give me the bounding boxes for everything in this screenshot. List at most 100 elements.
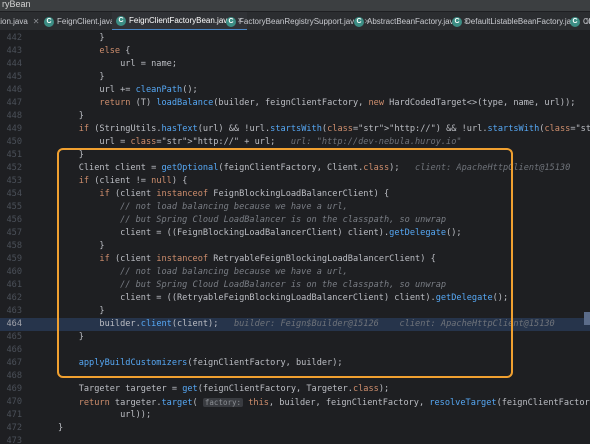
java-class-icon: C [570,16,580,27]
code-line[interactable]: 457 client = ((FeignBlockingLoadBalancer… [0,227,590,240]
code-text: } [58,72,105,82]
line-number: 467 [6,358,22,368]
code-line[interactable]: 444 url = name; [0,58,590,71]
code-line[interactable]: 455 // not load balancing because we hav… [0,201,590,214]
code-text: } [58,111,84,121]
line-number: 473 [6,436,22,444]
code-line[interactable]: 471 url)); [0,409,590,422]
line-number: 444 [6,59,22,69]
code-line[interactable]: 459 if (client instanceof RetryableFeign… [0,253,590,266]
title-bar: ryBean [0,0,590,12]
code-line[interactable]: 466 [0,344,590,357]
line-number: 466 [6,345,22,355]
code-line[interactable]: 469 Targeter targeter = get(feignClientF… [0,383,590,396]
code-line[interactable]: 462 client = ((RetryableFeignBlockingLoa… [0,292,590,305]
tab-label: FeignClientFactoryBean.java [129,16,232,25]
line-number: 464 [6,319,22,329]
code-line[interactable]: 442 } [0,32,590,45]
code-line[interactable]: 447 return (T) loadBalance(builder, feig… [0,97,590,110]
code-line[interactable]: 467 applyBuildCustomizers(feignClientFac… [0,357,590,370]
line-number: 442 [6,33,22,43]
tab-label: FeignClient.java [57,17,115,26]
line-number: 446 [6,85,22,95]
line-number: 450 [6,137,22,147]
editor-tab-bar: tion.java ✕ C FeignClient.java ✕ C Feign… [0,12,590,31]
line-number: 455 [6,202,22,212]
line-number: 453 [6,176,22,186]
code-text: Targeter targeter = get(feignClientFacto… [58,384,390,394]
code-text: } [58,241,105,251]
code-line[interactable]: 456 // but Spring Cloud LoadBalancer is … [0,214,590,227]
code-line[interactable]: 472} [0,422,590,435]
line-number: 472 [6,423,22,433]
code-text: Client client = getOptional(feignClientF… [58,163,571,173]
code-text: url)); [58,410,152,420]
code-line[interactable]: 451 } [0,149,590,162]
code-line[interactable]: 449 if (StringUtils.hasText(url) && !url… [0,123,590,136]
code-text: return (T) loadBalance(builder, feignCli… [99,98,576,108]
code-text: } [58,306,105,316]
code-line[interactable]: 473 [0,435,590,444]
code-text: // not load balancing because we have a … [58,267,348,277]
code-line[interactable]: 445 } [0,71,590,84]
line-number: 445 [6,72,22,82]
tab-label: tion.java [0,17,28,26]
code-line[interactable]: 464 builder.client(client); builder: Fei… [0,318,590,331]
java-class-icon: C [354,16,364,27]
line-number: 469 [6,384,22,394]
line-number: 465 [6,332,22,342]
line-number: 454 [6,189,22,199]
code-line[interactable]: 470 return targeter.target( factory: thi… [0,396,590,409]
java-class-icon: C [116,15,126,26]
line-number: 470 [6,397,22,407]
code-text: else { [99,46,131,56]
code-line[interactable]: 454 if (client instanceof FeignBlockingL… [0,188,590,201]
code-text: if (client != null) { [78,176,188,186]
line-number: 460 [6,267,22,277]
line-number: 448 [6,111,22,121]
line-number: 463 [6,306,22,316]
line-number: 456 [6,215,22,225]
close-icon[interactable]: ✕ [33,17,40,26]
java-class-icon: C [44,16,54,27]
code-text: return targeter.target( factory: this, b… [78,398,590,408]
tab-label: AbstractBeanFactory.java [367,17,459,26]
tab-label: DefaultListableBeanFactory.java [465,17,580,26]
code-line[interactable]: 443 else { [0,45,590,58]
window-title: ryBean [2,0,31,9]
code-text: } [58,332,84,342]
code-text: client = ((RetryableFeignBlockingLoadBal… [58,293,509,303]
code-line[interactable]: 450 url = class="str">"http://" + url; u… [0,136,590,149]
java-class-icon: C [452,16,462,27]
code-editor[interactable]: 442 } 443 else {444 url = name; 445 } 446 u… [0,31,590,444]
line-number: 451 [6,150,22,160]
code-text: } [58,423,64,433]
code-line[interactable]: 468 [0,370,590,383]
scrollbar-marker [584,312,590,325]
tab-overflow[interactable]: C Cl [566,12,590,30]
line-number: 471 [6,410,22,420]
line-number: 458 [6,241,22,251]
code-line[interactable]: 461 // but Spring Cloud LoadBalancer is … [0,279,590,292]
code-line[interactable]: 463 } [0,305,590,318]
code-line[interactable]: 446 url += cleanPath(); [0,84,590,97]
code-line[interactable]: 460 // not load balancing because we hav… [0,266,590,279]
tab-label: FactoryBeanRegistrySupport.java [239,17,359,26]
tab-label: Cl [583,17,590,26]
code-line[interactable]: 458 } [0,240,590,253]
code-text: if (client instanceof FeignBlockingLoadB… [99,189,390,199]
line-number: 449 [6,124,22,134]
line-number: 447 [6,98,22,108]
code-line[interactable]: 448 } [0,110,590,123]
line-number: 461 [6,280,22,290]
line-number: 452 [6,163,22,173]
code-text: } [58,150,84,160]
code-text: // but Spring Cloud LoadBalancer is on t… [58,215,447,225]
code-text: if (client instanceof RetryableFeignBloc… [99,254,436,264]
tab-tion-java[interactable]: tion.java ✕ [0,12,44,30]
code-text: client = ((FeignBlockingLoadBalancerClie… [58,228,462,238]
code-line[interactable]: 453 if (client != null) { [0,175,590,188]
code-line[interactable]: 465 } [0,331,590,344]
code-line[interactable]: 452 Client client = getOptional(feignCli… [0,162,590,175]
code-text: builder.client(client); builder: Feign$B… [58,319,555,329]
